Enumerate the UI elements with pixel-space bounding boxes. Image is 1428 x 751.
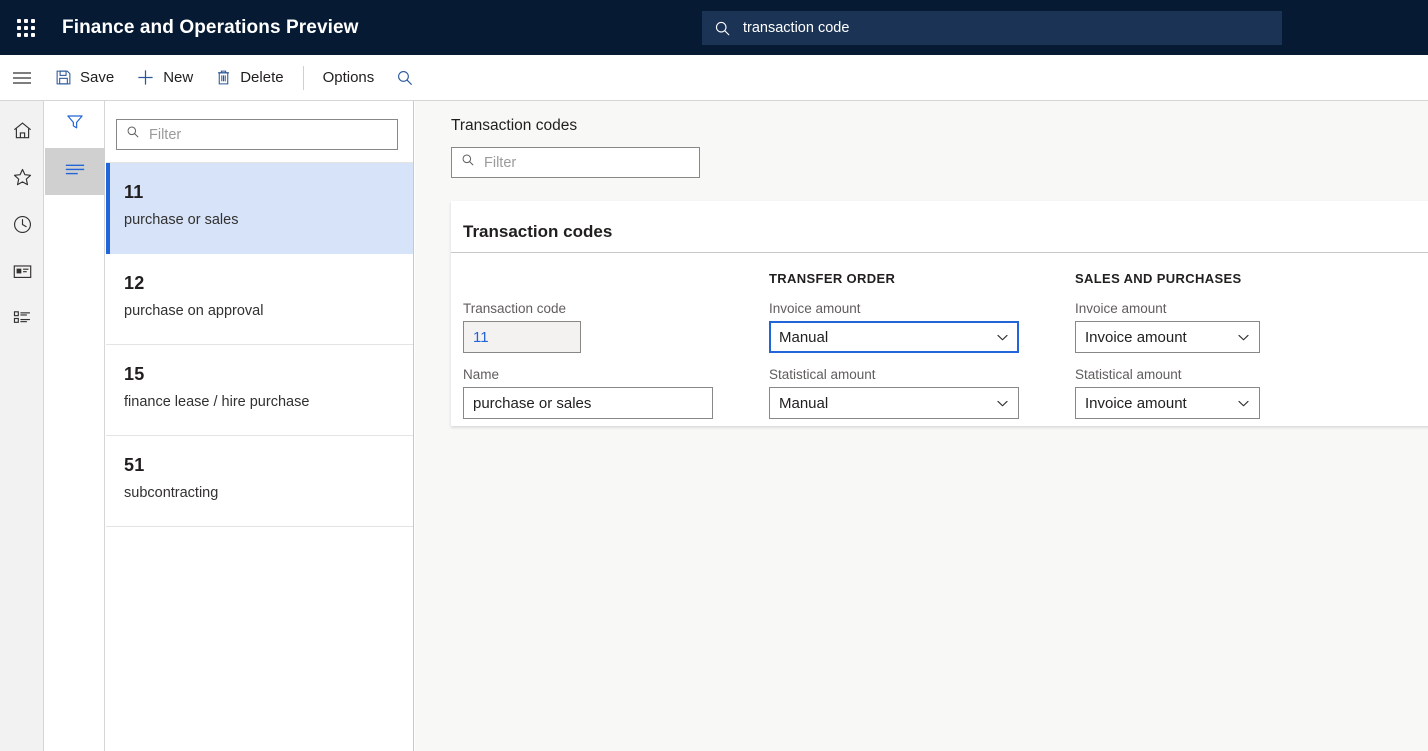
toolbar-divider (302, 65, 304, 90)
page-title: Transaction codes (451, 117, 578, 134)
new-button[interactable]: New (125, 55, 204, 101)
delete-button[interactable]: Delete (204, 55, 294, 101)
list-filter-input[interactable]: Filter (116, 119, 398, 150)
transfer-invoice-amount-dropdown[interactable]: Manual (769, 321, 1019, 353)
sales-statistical-amount-group: Statistical amount Invoice amount (1075, 367, 1375, 419)
transaction-code-input[interactable]: 11 (463, 321, 581, 353)
delete-label: Delete (240, 69, 284, 86)
save-button[interactable]: Save (44, 55, 125, 101)
transfer-statistical-amount-value: Manual (779, 394, 829, 412)
filter-pane-toggle[interactable] (45, 101, 105, 148)
chevron-down-icon (995, 330, 1010, 345)
name-label: Name (463, 367, 500, 382)
list-item-code: 51 (124, 455, 145, 475)
list-item-code: 12 (124, 273, 145, 293)
card-heading: Transaction codes (463, 222, 613, 241)
list-item-name: purchase or sales (124, 212, 239, 228)
transfer-order-section-title: TRANSFER ORDER (769, 271, 896, 286)
transaction-code-field-group: Transaction code 11 (463, 301, 769, 353)
list-item-code: 15 (124, 364, 145, 384)
save-label: Save (80, 69, 115, 86)
toolbar-search-button[interactable] (385, 55, 425, 101)
new-label: New (163, 69, 194, 86)
transfer-statistical-amount-group: Statistical amount Manual (769, 367, 1075, 419)
nav-rail (0, 101, 44, 751)
app-header: Finance and Operations Preview transacti… (0, 0, 1428, 55)
transfer-invoice-amount-label: Invoice amount (769, 301, 861, 316)
options-button[interactable]: Options (312, 55, 386, 101)
global-search-box[interactable]: transaction code (702, 11, 1282, 45)
sales-invoice-amount-dropdown[interactable]: Invoice amount (1075, 321, 1260, 353)
transfer-invoice-amount-group: Invoice amount Manual (769, 301, 1075, 353)
transfer-invoice-amount-value: Manual (779, 328, 829, 346)
hamburger-icon (13, 71, 31, 84)
nav-item-home[interactable] (0, 109, 44, 156)
transfer-statistical-amount-label: Statistical amount (769, 367, 876, 382)
sales-statistical-amount-label: Statistical amount (1075, 367, 1182, 382)
nav-item-workspaces[interactable] (0, 250, 44, 297)
list-item-name: subcontracting (124, 485, 219, 501)
app-title: Finance and Operations Preview (62, 16, 359, 38)
card-body: Transaction code 11 Name purchase or sal… (451, 253, 1428, 433)
save-disk-icon (55, 69, 72, 86)
list-item[interactable]: 15 finance lease / hire purchase (106, 345, 413, 436)
list-item[interactable]: 51 subcontracting (106, 436, 413, 527)
name-input[interactable]: purchase or sales (463, 387, 713, 419)
sales-invoice-amount-group: Invoice amount Invoice amount (1075, 301, 1375, 353)
list-item-name: purchase on approval (124, 303, 264, 319)
search-icon (461, 153, 475, 172)
sub-rail (45, 101, 105, 751)
list-item[interactable]: 11 purchase or sales (106, 163, 413, 254)
search-icon (126, 125, 140, 144)
sales-invoice-amount-value: Invoice amount (1085, 328, 1187, 346)
action-toolbar: Save New Delete Options (0, 55, 1428, 101)
trash-icon (215, 69, 232, 86)
list-filter-placeholder: Filter (149, 126, 182, 143)
list-pane-toggle[interactable] (45, 148, 105, 195)
funnel-icon (65, 112, 85, 137)
main-filter-placeholder: Filter (484, 154, 517, 171)
list-modules-icon (12, 308, 33, 334)
chevron-down-icon (1236, 330, 1251, 345)
detail-card: Transaction codes Transaction code 11 Na… (451, 201, 1428, 426)
options-label: Options (322, 69, 375, 86)
search-icon (714, 20, 731, 37)
workspace-icon (12, 261, 33, 287)
nav-item-modules[interactable] (0, 297, 44, 344)
list-item-name: finance lease / hire purchase (124, 394, 310, 410)
transfer-statistical-amount-dropdown[interactable]: Manual (769, 387, 1019, 419)
home-icon (12, 120, 33, 146)
list-panel: Filter 11 purchase or sales 12 purchase … (106, 101, 414, 751)
column-title-spacer (463, 271, 769, 287)
list-empty-space (106, 527, 413, 737)
nav-menu-button[interactable] (0, 55, 44, 101)
sales-statistical-amount-value: Invoice amount (1085, 394, 1187, 412)
transaction-code-label: Transaction code (463, 301, 567, 316)
sales-purchases-section-title: SALES AND PURCHASES (1075, 271, 1242, 286)
lines-icon (64, 162, 86, 181)
chevron-down-icon (1236, 396, 1251, 411)
plus-icon (136, 68, 155, 87)
list-item[interactable]: 12 purchase on approval (106, 254, 413, 345)
list-item-code: 11 (124, 182, 144, 202)
sales-statistical-amount-dropdown[interactable]: Invoice amount (1075, 387, 1260, 419)
search-icon (396, 69, 414, 87)
app-launcher-button[interactable] (0, 0, 52, 55)
waffle-grid-icon (17, 18, 35, 37)
transfer-order-column: TRANSFER ORDER Invoice amount Manual Sta… (769, 271, 1075, 433)
main-filter-input[interactable]: Filter (451, 147, 700, 178)
nav-item-favorites[interactable] (0, 156, 44, 203)
main-content: Transaction codes Filter Transaction cod… (415, 101, 1428, 751)
name-field-group: Name purchase or sales (463, 367, 769, 419)
nav-item-recent[interactable] (0, 203, 44, 250)
fields-column: Transaction code 11 Name purchase or sal… (463, 271, 769, 433)
clock-icon (12, 214, 33, 240)
global-search-value: transaction code (743, 20, 850, 36)
sales-invoice-amount-label: Invoice amount (1075, 301, 1167, 316)
transaction-code-list: 11 purchase or sales 12 purchase on appr… (106, 162, 413, 737)
star-icon (12, 167, 33, 193)
chevron-down-icon (995, 396, 1010, 411)
sales-and-purchases-column: SALES AND PURCHASES Invoice amount Invoi… (1075, 271, 1375, 433)
